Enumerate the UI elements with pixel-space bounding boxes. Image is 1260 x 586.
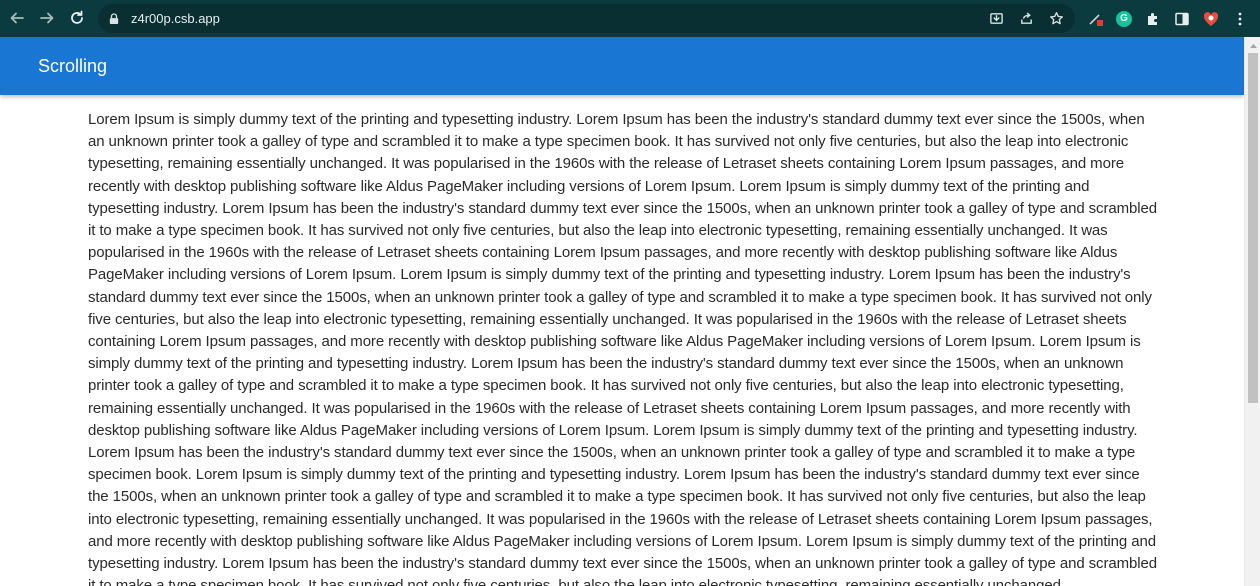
- scroll-up-arrow-icon[interactable]: [1245, 37, 1260, 53]
- profile-avatar-icon[interactable]: [1198, 6, 1224, 32]
- arrow-right-icon: [40, 12, 54, 24]
- grammarly-badge: G: [1116, 10, 1132, 27]
- vertical-scrollbar[interactable]: [1244, 37, 1260, 586]
- forward-button[interactable]: [32, 3, 62, 33]
- app-bar: Scrolling: [0, 37, 1244, 95]
- scrollbar-thumb[interactable]: [1248, 53, 1258, 403]
- reload-button[interactable]: [62, 3, 92, 33]
- bookmark-star-icon[interactable]: [1043, 6, 1069, 32]
- page-title: Scrolling: [38, 55, 108, 76]
- lorem-paragraph: Lorem Ipsum is simply dummy text of the …: [88, 111, 1157, 586]
- puzzle-extensions-icon[interactable]: [1140, 6, 1166, 32]
- menu-kebab-icon[interactable]: [1227, 6, 1253, 32]
- reload-icon: [71, 10, 83, 24]
- extension-pen-icon[interactable]: [1082, 6, 1108, 32]
- arrow-left-icon: [10, 12, 24, 24]
- browser-toolbar: z4r00p.csb.app G: [0, 0, 1260, 37]
- share-icon[interactable]: [1013, 6, 1039, 32]
- lock-icon: [109, 12, 121, 26]
- url-text[interactable]: z4r00p.csb.app: [131, 11, 220, 26]
- install-app-icon[interactable]: [983, 6, 1009, 32]
- grammarly-extension-icon[interactable]: G: [1111, 6, 1137, 32]
- address-bar[interactable]: z4r00p.csb.app: [98, 4, 1075, 33]
- back-button[interactable]: [2, 3, 32, 33]
- side-panel-icon[interactable]: [1169, 6, 1195, 32]
- scroll-container[interactable]: Lorem Ipsum is simply dummy text of the …: [0, 95, 1244, 586]
